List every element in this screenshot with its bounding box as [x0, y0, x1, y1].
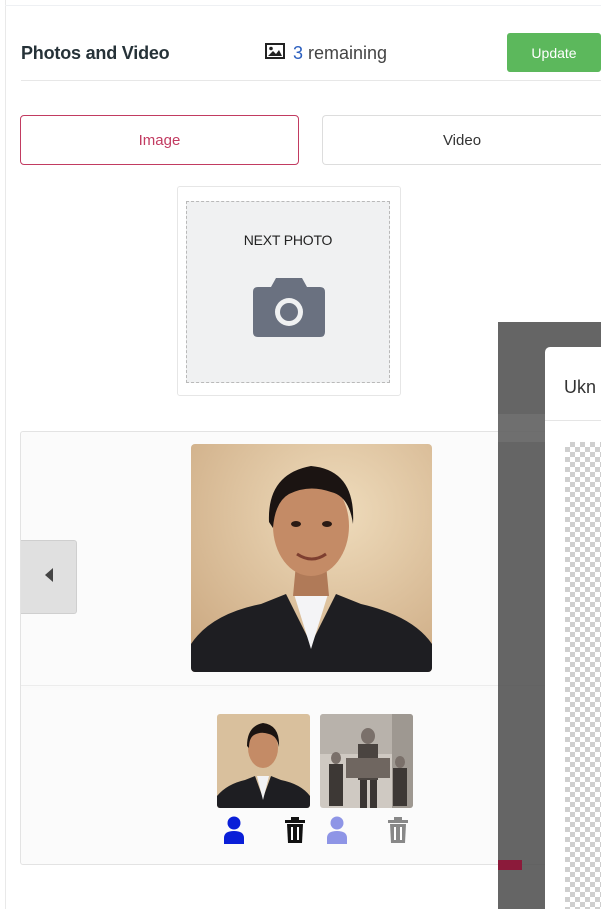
section-title: Photos and Video: [21, 43, 170, 63]
family-photo-thumbnail[interactable]: [320, 714, 413, 808]
modal-divider: [545, 420, 601, 421]
portrait-thumbnail[interactable]: [217, 714, 310, 808]
backdrop-band: [498, 414, 546, 442]
camera-icon: [252, 274, 326, 343]
gallery-divider: [21, 685, 581, 686]
main-photo: [191, 444, 432, 672]
accent-mark: [498, 860, 522, 870]
next-photo-label: NEXT PHOTO: [243, 232, 333, 248]
photos-header: Photos and Video 3 remaining Update: [21, 30, 601, 81]
caret-left-icon: [44, 567, 54, 588]
next-photo-dropzone[interactable]: NEXT PHOTO: [186, 201, 390, 383]
trash-icon[interactable]: [387, 816, 409, 849]
modal-dialog: Ukn: [545, 347, 601, 909]
image-icon: [265, 43, 285, 64]
update-button[interactable]: Update: [507, 33, 601, 72]
previous-photo-button[interactable]: [21, 540, 77, 614]
user-icon[interactable]: [223, 816, 245, 849]
tab-image[interactable]: Image: [20, 115, 299, 165]
transparent-image-canvas[interactable]: [565, 442, 601, 909]
top-divider: [5, 5, 601, 6]
remaining-label: remaining: [308, 43, 388, 63]
tab-video[interactable]: Video: [322, 115, 601, 165]
user-icon[interactable]: [326, 816, 348, 849]
next-photo-card[interactable]: NEXT PHOTO: [177, 186, 401, 396]
remaining-count: 3: [293, 43, 304, 63]
remaining-counter: 3 remaining: [265, 43, 387, 64]
modal-title: Ukn: [564, 377, 597, 397]
trash-icon[interactable]: [284, 816, 306, 849]
